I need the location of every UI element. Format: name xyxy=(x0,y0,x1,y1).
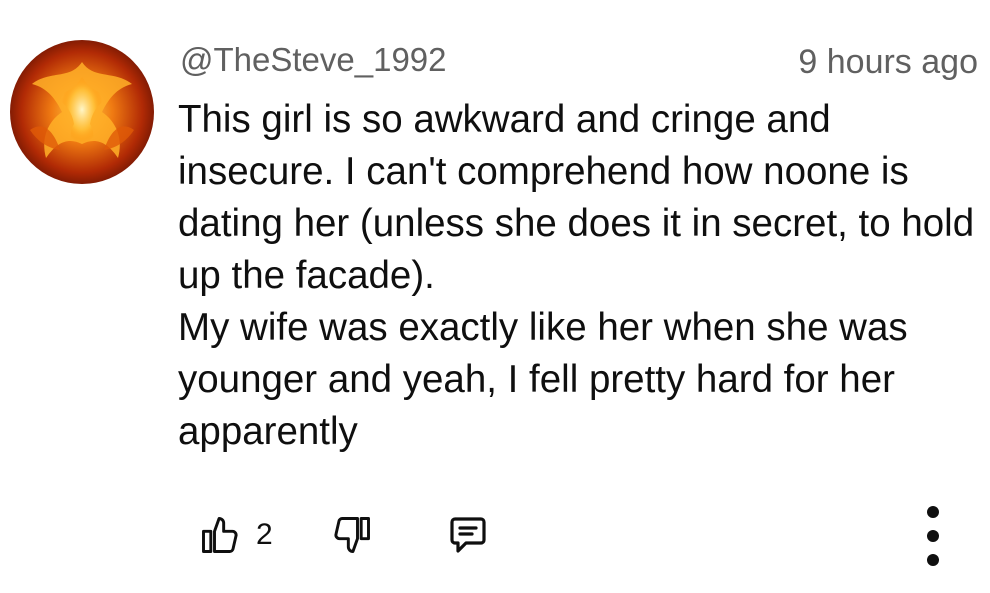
phoenix-fire-avatar-icon xyxy=(10,40,154,184)
thumbs-down-icon xyxy=(334,517,370,553)
comment-author[interactable]: @TheSteve_1992 xyxy=(180,40,447,80)
comment-paragraph: My wife was exactly like her when she wa… xyxy=(178,306,908,453)
more-vert-icon xyxy=(927,554,939,566)
reply-comment-icon xyxy=(450,517,486,553)
thumbs-up-icon xyxy=(202,517,238,553)
comment-action-bar: 2 xyxy=(198,506,988,566)
comment-thread-item: @TheSteve_1992 9 hours ago This girl is … xyxy=(0,0,990,593)
reply-button[interactable] xyxy=(444,510,492,560)
more-vert-icon xyxy=(927,530,939,542)
like-count: 2 xyxy=(256,518,273,551)
comment-paragraph: This girl is so awkward and cringe and i… xyxy=(178,98,975,297)
like-button[interactable]: 2 xyxy=(198,510,273,560)
more-vert-icon xyxy=(927,506,939,518)
avatar[interactable] xyxy=(10,40,154,184)
dislike-button[interactable] xyxy=(330,510,374,560)
more-options-button[interactable] xyxy=(918,506,948,566)
comment-timestamp[interactable]: 9 hours ago xyxy=(798,42,978,82)
comment-body: This girl is so awkward and cringe and i… xyxy=(178,94,978,458)
